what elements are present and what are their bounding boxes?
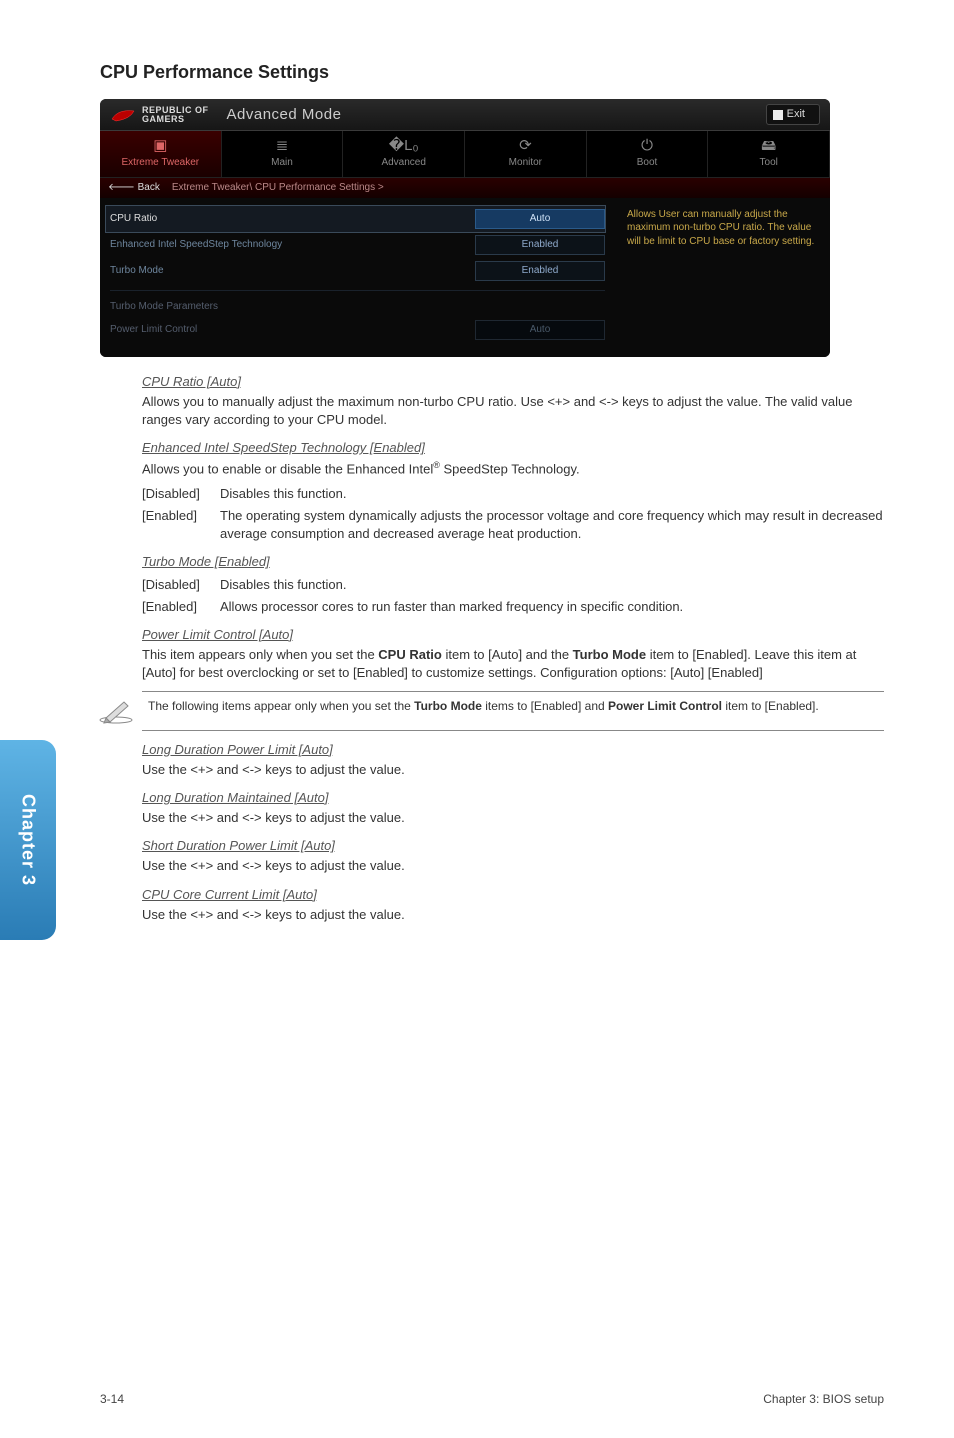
tab-extreme-tweaker[interactable]: ▣ Extreme Tweaker: [100, 131, 222, 176]
tab-label: Boot: [637, 157, 658, 168]
row-value[interactable]: Enabled: [475, 261, 605, 281]
heading-sdpl: Short Duration Power Limit [Auto]: [142, 837, 884, 855]
row-label: Enhanced Intel SpeedStep Technology: [110, 238, 475, 252]
help-text: Allows User can manually adjust the maxi…: [627, 209, 814, 247]
row-label: Turbo Mode: [110, 264, 475, 278]
bios-help-panel: Allows User can manually adjust the maxi…: [615, 198, 830, 357]
option-row: [Enabled] The operating system dynamical…: [142, 507, 884, 543]
option-val: Disables this function.: [220, 576, 884, 594]
bios-tabs: ▣ Extreme Tweaker ≣ Main �L₀ Advanced ⟳ …: [100, 131, 830, 177]
option-key: [Disabled]: [142, 576, 220, 594]
tab-label: Extreme Tweaker: [122, 157, 200, 168]
chip-icon: ▣: [100, 135, 221, 153]
row-value[interactable]: Enabled: [475, 235, 605, 255]
bios-body: CPU Ratio Auto Enhanced Intel SpeedStep …: [100, 198, 830, 357]
tab-label: Advanced: [381, 157, 425, 168]
advanced-icon: �L₀: [343, 135, 464, 153]
heading-ldpl: Long Duration Power Limit [Auto]: [142, 741, 884, 759]
row-power-limit-control[interactable]: Power Limit Control Auto: [110, 317, 605, 343]
page-title: CPU Performance Settings: [100, 60, 884, 85]
desc-ldm: Use the <+> and <-> keys to adjust the v…: [142, 809, 884, 827]
options-turbo: [Disabled] Disables this function. [Enab…: [142, 576, 884, 616]
tab-boot[interactable]: ⏻ Boot: [587, 131, 709, 176]
option-row: [Enabled] Allows processor cores to run …: [142, 598, 884, 616]
option-val: The operating system dynamically adjusts…: [220, 507, 884, 543]
row-label: CPU Ratio: [110, 212, 475, 226]
options-eist: [Disabled] Disables this function. [Enab…: [142, 485, 884, 544]
option-val: Disables this function.: [220, 485, 884, 503]
side-tab-label: Chapter 3: [15, 794, 40, 886]
exit-button[interactable]: Exit: [766, 104, 820, 125]
bios-settings-list: CPU Ratio Auto Enhanced Intel SpeedStep …: [100, 198, 615, 357]
tool-icon: 🖴: [708, 135, 829, 153]
separator: [110, 290, 605, 291]
footer-chapter: Chapter 3: BIOS setup: [763, 1391, 884, 1408]
row-turbo-mode[interactable]: Turbo Mode Enabled: [110, 258, 605, 284]
desc-ldpl: Use the <+> and <-> keys to adjust the v…: [142, 761, 884, 779]
bios-header: REPUBLIC OF GAMERS Advanced Mode Exit: [100, 99, 830, 131]
rog-eye-icon: [110, 107, 136, 123]
note-text: The following items appear only when you…: [148, 698, 819, 715]
option-key: [Enabled]: [142, 598, 220, 616]
option-row: [Disabled] Disables this function.: [142, 485, 884, 503]
chapter-side-tab: Chapter 3: [0, 740, 56, 940]
list-icon: ≣: [222, 135, 343, 153]
desc-plc: This item appears only when you set the …: [142, 646, 884, 682]
desc-cccl: Use the <+> and <-> keys to adjust the v…: [142, 906, 884, 924]
back-button[interactable]: 🡐 Back: [108, 181, 160, 195]
desc-eist: Allows you to enable or disable the Enha…: [142, 459, 884, 479]
exit-label: Exit: [787, 107, 805, 122]
row-turbo-params-header: Turbo Mode Parameters: [110, 297, 605, 317]
bios-breadcrumb-row: 🡐 Back Extreme Tweaker\ CPU Performance …: [100, 178, 830, 198]
tab-main[interactable]: ≣ Main: [222, 131, 344, 176]
option-key: [Enabled]: [142, 507, 220, 543]
page-footer: 3-14 Chapter 3: BIOS setup: [100, 1391, 884, 1408]
breadcrumb: Extreme Tweaker\ CPU Performance Setting…: [172, 181, 384, 195]
exit-icon: [773, 110, 783, 120]
heading-plc: Power Limit Control [Auto]: [142, 626, 884, 644]
row-label: Power Limit Control: [110, 323, 475, 337]
tab-label: Monitor: [509, 157, 542, 168]
row-label: Turbo Mode Parameters: [110, 300, 605, 314]
tab-label: Tool: [760, 157, 778, 168]
heading-turbo: Turbo Mode [Enabled]: [142, 553, 884, 571]
row-value[interactable]: Auto: [475, 209, 605, 229]
rog-logo: REPUBLIC OF GAMERS: [110, 106, 209, 124]
desc-cpu-ratio: Allows you to manually adjust the maximu…: [142, 393, 884, 429]
bios-screenshot: REPUBLIC OF GAMERS Advanced Mode Exit ▣ …: [100, 99, 830, 356]
boot-icon: ⏻: [587, 135, 708, 153]
tab-advanced[interactable]: �L₀ Advanced: [343, 131, 465, 176]
note-box: The following items appear only when you…: [142, 691, 884, 731]
option-key: [Disabled]: [142, 485, 220, 503]
logo-text-bottom: GAMERS: [142, 115, 209, 124]
option-val: Allows processor cores to run faster tha…: [220, 598, 884, 616]
heading-ldm: Long Duration Maintained [Auto]: [142, 789, 884, 807]
row-cpu-ratio[interactable]: CPU Ratio Auto: [106, 206, 605, 232]
tab-label: Main: [271, 157, 293, 168]
heading-eist: Enhanced Intel SpeedStep Technology [Ena…: [142, 439, 884, 457]
tab-tool[interactable]: 🖴 Tool: [708, 131, 830, 176]
monitor-icon: ⟳: [465, 135, 586, 153]
heading-cpu-ratio: CPU Ratio [Auto]: [142, 373, 884, 391]
option-row: [Disabled] Disables this function.: [142, 576, 884, 594]
heading-cccl: CPU Core Current Limit [Auto]: [142, 886, 884, 904]
tab-monitor[interactable]: ⟳ Monitor: [465, 131, 587, 176]
row-eist[interactable]: Enhanced Intel SpeedStep Technology Enab…: [110, 232, 605, 258]
row-value[interactable]: Auto: [475, 320, 605, 340]
desc-sdpl: Use the <+> and <-> keys to adjust the v…: [142, 857, 884, 875]
note-pen-icon: [98, 698, 134, 724]
footer-page-number: 3-14: [100, 1391, 124, 1408]
mode-label: Advanced Mode: [227, 104, 342, 125]
